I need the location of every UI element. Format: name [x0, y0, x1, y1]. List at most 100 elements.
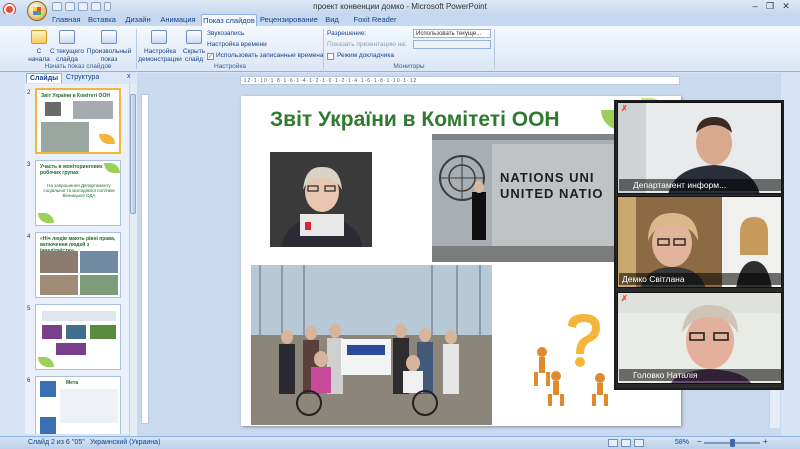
zoom-in-icon[interactable]: +: [763, 437, 768, 446]
rehearse-timings-button[interactable]: Настройка времени: [207, 41, 267, 48]
group-photo-illustration: [251, 265, 492, 425]
redo-icon[interactable]: [78, 2, 88, 11]
thumb-title: Мета: [66, 380, 79, 386]
use-timings-label: Использовать записанные времена: [216, 52, 324, 59]
record-narration-button[interactable]: Звукозапись: [207, 30, 244, 37]
slide-position: Слайд 2 из 6: [28, 439, 70, 446]
thumbnails-scrollbar[interactable]: [129, 84, 137, 436]
un-sign-line1: NATIONS UNI: [500, 170, 595, 185]
maximize-button[interactable]: ❐: [763, 1, 777, 12]
office-button[interactable]: [27, 1, 47, 21]
tab-home[interactable]: Главная: [52, 14, 81, 26]
slide-thumbnail[interactable]: Звіт України в Комітеті ООН: [35, 88, 121, 154]
presenter-view-label: Режим докладчика: [337, 52, 394, 59]
tab-foxit[interactable]: Foxit Reader PDF: [350, 14, 400, 36]
slide-thumbnail[interactable]: «Ніч людів мають рівні права, включення …: [35, 232, 121, 298]
group-photo: [251, 265, 492, 425]
tab-insert[interactable]: Вставка: [88, 14, 116, 26]
custom-show-icon[interactable]: [101, 30, 117, 44]
minimize-button[interactable]: ‒: [748, 1, 762, 12]
tab-design[interactable]: Дизайн: [124, 14, 152, 26]
ribbon: С начала С текущего слайда Произвольный …: [0, 26, 800, 72]
thumb-block: [42, 325, 62, 339]
ribbon-tabs: Главная Вставка Дизайн Анимация Показ сл…: [0, 14, 800, 36]
thumb-title: Звіт України в Комітеті ООН: [41, 93, 110, 99]
slide-thumbnail[interactable]: Участь в моніторингових робочих групах Н…: [35, 160, 121, 226]
participant-tile[interactable]: Демко Світлана: [617, 196, 782, 288]
participant-name: Головко Наталія: [619, 369, 781, 381]
setup-show-icon[interactable]: [151, 30, 167, 44]
slide-thumbnails: 2 Звіт України в Комітеті ООН 3 Участь в…: [25, 84, 137, 434]
thumb-number: 2: [27, 90, 31, 96]
tab-slideshow[interactable]: Показ слайдов: [201, 14, 257, 26]
resolution-select[interactable]: Использовать текуще...: [413, 29, 491, 38]
zoom-out-icon[interactable]: −: [697, 437, 702, 446]
custom-show-button[interactable]: Произвольный показ: [86, 48, 132, 64]
tab-animation[interactable]: Анимация: [160, 14, 196, 26]
normal-view-icon[interactable]: [608, 439, 618, 447]
thumb-photo: [41, 122, 89, 152]
slideshow-view-icon[interactable]: [634, 439, 644, 447]
setup-show-button[interactable]: Настройка демонстрации: [138, 48, 182, 64]
save-icon[interactable]: [52, 2, 62, 11]
pane-close-button[interactable]: x: [127, 73, 131, 80]
tab-slides[interactable]: Слайды: [26, 73, 63, 83]
thumb-number: 6: [27, 378, 31, 384]
portrait-photo: [270, 152, 372, 247]
mic-muted-icon: ✗: [621, 294, 628, 303]
show-on-select: [413, 40, 491, 49]
zoom-level[interactable]: 58%: [675, 439, 689, 446]
hide-slide-button[interactable]: Скрыть слайд: [180, 48, 208, 64]
close-button[interactable]: ✕: [779, 1, 793, 12]
slide-thumbnail[interactable]: [35, 304, 121, 370]
group-separator: [323, 29, 324, 69]
tab-review[interactable]: Рецензирование: [260, 14, 318, 26]
group-start-label: Начать показ слайдов: [44, 63, 112, 70]
from-current-button[interactable]: С текущего слайда: [49, 48, 85, 64]
thumb-photo: [40, 275, 78, 295]
slide-title[interactable]: Звіт України в Комітеті ООН: [270, 108, 560, 132]
thumb-logo: [40, 381, 56, 397]
thumb-photo: [80, 275, 118, 295]
tab-view[interactable]: Вид: [322, 14, 342, 26]
participant-tile[interactable]: ✗ Департамент информ...: [617, 102, 782, 194]
thumb-number: 5: [27, 306, 31, 312]
thumb-photo: [45, 102, 61, 116]
thumb-photo: [73, 101, 113, 119]
vertical-ruler: [141, 94, 149, 424]
group-separator: [136, 29, 137, 69]
slide-sorter-icon[interactable]: [621, 439, 631, 447]
leaf-decoration-icon: [38, 357, 54, 367]
thumb-number: 3: [27, 162, 31, 168]
zoom-slider-knob[interactable]: [730, 439, 735, 447]
theme-name: "05": [72, 439, 85, 446]
group-setup-label: Настройка: [214, 63, 246, 70]
thumb-text-block: [42, 311, 116, 321]
from-current-icon[interactable]: [59, 30, 75, 44]
presenter-view-checkbox[interactable]: [327, 53, 334, 60]
thumb-number: 4: [27, 234, 31, 240]
question-mark-icon: [534, 314, 608, 406]
participant-name: Демко Світлана: [619, 273, 781, 285]
participant-name: Департамент информ...: [619, 179, 781, 191]
group-separator: [494, 29, 495, 69]
participant-tile[interactable]: ✗ Головко Наталія: [617, 292, 782, 384]
language[interactable]: Украинский (Украина): [90, 439, 160, 446]
hide-slide-icon[interactable]: [186, 30, 202, 44]
thumb-photo: [80, 251, 118, 273]
customize-qa-icon[interactable]: [104, 2, 111, 11]
leaf-decoration-icon: [38, 213, 54, 223]
mic-muted-icon: ✗: [621, 104, 628, 113]
thumb-block: [66, 325, 86, 339]
font-icon[interactable]: [91, 2, 101, 11]
from-start-icon[interactable]: [31, 30, 47, 44]
undo-icon[interactable]: [65, 2, 75, 11]
thumb-body: На запрошення Департаменту соціальної та…: [43, 183, 115, 198]
scrollbar-thumb[interactable]: [130, 94, 136, 214]
slide-thumbnail[interactable]: Мета: [35, 376, 121, 434]
resolution-label: Разрешение:: [327, 30, 367, 37]
use-timings-checkbox[interactable]: ✓: [207, 53, 214, 60]
thumb-text-block: [60, 389, 118, 423]
tab-outline[interactable]: Структура: [63, 73, 102, 83]
thumb-block: [90, 325, 116, 339]
